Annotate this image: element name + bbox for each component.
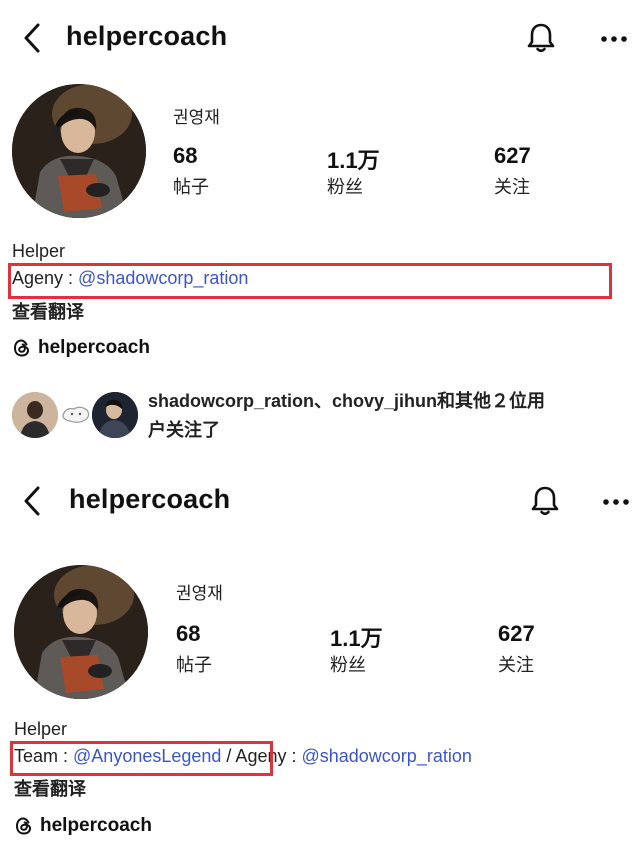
threads-icon — [15, 817, 32, 835]
profile-panel-top: helpercoach 권영재 68 帖子 1.1万 粉丝 627 关注 Hel… — [0, 0, 640, 460]
real-name: 권영재 — [173, 108, 220, 127]
agency-mention-link[interactable]: @shadowcorp_ration — [301, 746, 471, 766]
followed-by-line-2: 户关注了 — [148, 420, 220, 440]
posts-label[interactable]: 帖子 — [173, 173, 209, 199]
followers-count[interactable]: 1.1万 — [327, 143, 380, 175]
bio-title: Helper — [12, 241, 66, 261]
bio-title: Helper — [14, 719, 68, 739]
followed-by-text[interactable]: shadowcorp_ration、chovy_jihun和其他２位用 户关注了 — [148, 387, 628, 445]
threads-handle: helpercoach — [40, 815, 152, 836]
threads-link[interactable]: helpercoach — [14, 815, 152, 837]
posts-count[interactable]: 68 — [173, 143, 197, 169]
chevron-left-icon[interactable] — [14, 20, 50, 56]
profile-avatar[interactable] — [14, 565, 148, 699]
highlight-box — [8, 263, 612, 299]
bell-icon[interactable] — [524, 21, 558, 55]
threads-icon — [13, 339, 30, 357]
bell-icon[interactable] — [528, 484, 562, 518]
followed-by-line-1: shadowcorp_ration、chovy_jihun和其他２位用 — [148, 391, 546, 411]
following-count[interactable]: 627 — [498, 621, 535, 647]
posts-count[interactable]: 68 — [176, 621, 200, 647]
avatar-photo — [14, 565, 148, 699]
followers-label[interactable]: 粉丝 — [330, 651, 366, 677]
followers-label[interactable]: 粉丝 — [327, 173, 363, 199]
avatar-photo — [12, 84, 146, 218]
following-count[interactable]: 627 — [494, 143, 531, 169]
chevron-left-icon[interactable] — [14, 483, 50, 519]
profile-panel-bottom: helpercoach 권영재 68 帖子 1.1万 粉丝 627 关注 Hel… — [0, 470, 640, 850]
following-label[interactable]: 关注 — [494, 173, 530, 199]
see-translation-link[interactable]: 查看翻译 — [12, 298, 84, 324]
profile-handle: helpercoach — [69, 484, 231, 514]
profile-handle: helpercoach — [66, 21, 228, 51]
profile-avatar[interactable] — [12, 84, 146, 218]
follower-avatar-1 — [12, 392, 58, 438]
follower-avatar-2 — [92, 392, 138, 438]
real-name: 권영재 — [176, 584, 223, 603]
follower-photo-1 — [12, 392, 58, 438]
followed-by-avatars[interactable] — [12, 390, 142, 440]
following-label[interactable]: 关注 — [498, 651, 534, 677]
posts-label[interactable]: 帖子 — [176, 651, 212, 677]
more-horizontal-icon[interactable] — [600, 34, 630, 44]
highlight-box — [10, 741, 273, 776]
threads-handle: helpercoach — [38, 337, 150, 358]
sticker-icon — [62, 406, 90, 423]
more-horizontal-icon[interactable] — [602, 497, 632, 507]
see-translation-link[interactable]: 查看翻译 — [14, 775, 86, 801]
follower-photo-2 — [92, 392, 138, 438]
threads-link[interactable]: helpercoach — [12, 337, 150, 359]
followers-count[interactable]: 1.1万 — [330, 621, 383, 653]
